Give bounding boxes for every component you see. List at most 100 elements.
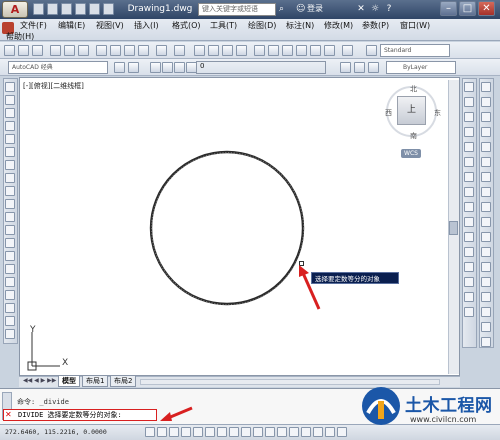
zoom-previous-icon[interactable]	[236, 45, 247, 56]
coordinate-readout[interactable]: 272.6460, 115.2216, 0.0000	[5, 426, 107, 438]
compass-west[interactable]: 西	[385, 108, 392, 118]
menu-tools[interactable]: 工具(T)	[210, 20, 237, 31]
publish-icon[interactable]	[78, 45, 89, 56]
workspace-select[interactable]: AutoCAD 经典	[8, 61, 108, 74]
osnap-settings-icon[interactable]	[481, 277, 491, 287]
lineweight-icon[interactable]	[265, 427, 275, 437]
paste-icon[interactable]	[124, 45, 135, 56]
arc-icon[interactable]	[5, 147, 15, 157]
zoom-window-icon[interactable]	[222, 45, 233, 56]
application-menu-button[interactable]: A	[2, 1, 28, 18]
quick-properties-icon[interactable]	[289, 427, 299, 437]
snap-tangent-icon[interactable]	[481, 172, 491, 182]
tab-navigation-arrows[interactable]: ◀◀ ◀ ▶ ▶▶	[23, 377, 56, 384]
tool-palettes-icon[interactable]	[282, 45, 293, 56]
selection-cycling-icon[interactable]	[301, 427, 311, 437]
properties-icon[interactable]	[254, 45, 265, 56]
user-icon[interactable]: ☺	[296, 3, 307, 15]
scrollbar-thumb[interactable]	[449, 221, 458, 235]
snap-nearest-icon[interactable]	[481, 247, 491, 257]
snap-extension-icon[interactable]	[481, 127, 491, 137]
tab-layout1[interactable]: 布局1	[82, 376, 109, 387]
open-icon[interactable]	[18, 45, 29, 56]
snap-endpoint-icon[interactable]	[481, 82, 491, 92]
search-input[interactable]: 键入关键字或短语	[198, 3, 276, 16]
menu-file[interactable]: 文件(F)	[20, 20, 47, 31]
transparency-icon[interactable]	[277, 427, 287, 437]
snap-parallel-icon[interactable]	[481, 202, 491, 212]
new-file-icon[interactable]	[33, 3, 44, 15]
hatch-icon[interactable]	[5, 264, 15, 274]
text-style-select[interactable]: Standard	[380, 44, 450, 57]
object-snap-icon[interactable]	[205, 427, 215, 437]
trim-icon[interactable]	[464, 217, 474, 227]
ellipse-icon[interactable]	[5, 199, 15, 209]
viewcube-face[interactable]: 上	[397, 96, 426, 125]
break-icon[interactable]	[464, 247, 474, 257]
zoom-realtime-icon[interactable]	[208, 45, 219, 56]
copy-object-icon[interactable]	[464, 97, 474, 107]
snap-insert-icon[interactable]	[481, 232, 491, 242]
exchange-icon[interactable]: ✕	[355, 3, 367, 15]
make-block-icon[interactable]	[5, 238, 15, 248]
rotate-icon[interactable]	[464, 172, 474, 182]
snap-node-icon[interactable]	[481, 217, 491, 227]
ortho-mode-icon[interactable]	[181, 427, 191, 437]
dimension-aligned-icon[interactable]	[481, 307, 491, 317]
mirror-icon[interactable]	[464, 112, 474, 122]
minimize-button[interactable]: –	[440, 1, 457, 16]
help-icon[interactable]	[342, 45, 353, 56]
menu-parametric[interactable]: 参数(P)	[362, 20, 389, 31]
spline-icon[interactable]	[5, 186, 15, 196]
quick-view-drawings-icon[interactable]	[337, 427, 347, 437]
layer-state-icon[interactable]	[368, 62, 379, 73]
menu-format[interactable]: 格式(O)	[172, 20, 201, 31]
move-icon[interactable]	[464, 157, 474, 167]
copy-icon[interactable]	[110, 45, 121, 56]
snap-mode-icon[interactable]	[157, 427, 167, 437]
pan-icon[interactable]	[194, 45, 205, 56]
close-command-icon[interactable]: ✕	[5, 410, 13, 419]
snap-quadrant-icon[interactable]	[481, 157, 491, 167]
rectangle-icon[interactable]	[5, 134, 15, 144]
grid-display-icon[interactable]	[169, 427, 179, 437]
viewport-controls[interactable]: [-][俯视][二维线框]	[23, 81, 84, 91]
explode-icon[interactable]	[464, 307, 474, 317]
layer-properties-icon[interactable]	[128, 62, 139, 73]
login-link[interactable]: 登录	[307, 3, 323, 15]
maximize-button[interactable]: □	[459, 1, 476, 16]
menu-draw[interactable]: 绘图(D)	[248, 20, 276, 31]
object-snap-tracking-icon[interactable]	[229, 427, 239, 437]
preview-icon[interactable]	[64, 45, 75, 56]
gradient-icon[interactable]	[5, 277, 15, 287]
text-style-icon[interactable]	[366, 45, 377, 56]
color-control-select[interactable]: ByLayer	[386, 61, 456, 74]
polyline-icon[interactable]	[5, 108, 15, 118]
menu-edit[interactable]: 编辑(E)	[58, 20, 85, 31]
community-icon[interactable]: ☼	[369, 3, 381, 15]
infer-constraints-icon[interactable]	[145, 427, 155, 437]
extend-icon[interactable]	[464, 232, 474, 242]
region-icon[interactable]	[5, 290, 15, 300]
layer-previous-icon[interactable]	[354, 62, 365, 73]
dimension-style-icon[interactable]	[481, 337, 491, 347]
search-icon[interactable]: ⌕	[279, 3, 290, 15]
snap-perpendicular-icon[interactable]	[481, 187, 491, 197]
construction-line-icon[interactable]	[5, 95, 15, 105]
undo-icon[interactable]	[156, 45, 167, 56]
dynamic-ucs-icon[interactable]	[241, 427, 251, 437]
line-icon[interactable]	[5, 82, 15, 92]
snap-intersection-icon[interactable]	[481, 112, 491, 122]
tab-layout2[interactable]: 布局2	[110, 376, 137, 387]
workspace-settings-icon[interactable]	[114, 62, 125, 73]
scale-icon[interactable]	[464, 187, 474, 197]
add-selected-icon[interactable]	[5, 329, 15, 339]
compass-north[interactable]: 北	[410, 84, 417, 94]
calculator-icon[interactable]	[324, 45, 335, 56]
dimension-linear-icon[interactable]	[481, 292, 491, 302]
table-icon[interactable]	[5, 303, 15, 313]
design-center-icon[interactable]	[268, 45, 279, 56]
quick-view-layouts-icon[interactable]	[325, 427, 335, 437]
menu-window[interactable]: 窗口(W)	[400, 20, 430, 31]
redo-icon[interactable]	[103, 3, 114, 15]
